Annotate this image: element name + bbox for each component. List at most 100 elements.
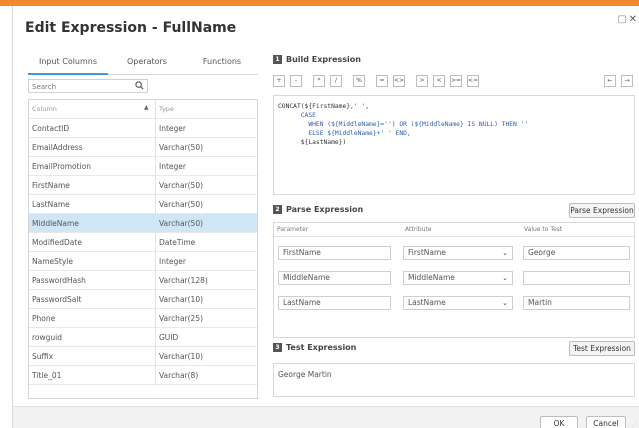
divide-operator-button[interactable]: /: [330, 75, 342, 87]
test-result-text: George Martin: [278, 370, 332, 379]
test-expression-title: Test Expression: [286, 343, 357, 352]
column-name: LastName: [32, 200, 70, 209]
code-line: ELSE ${MiddleName}+' ' END,: [278, 130, 411, 137]
table-row[interactable]: LastName Varchar(50): [29, 195, 257, 214]
redo-icon[interactable]: →: [621, 75, 633, 87]
parameter-header: Parameter: [277, 226, 309, 233]
column-name: Phone: [32, 314, 56, 323]
edit-expression-dialog: Edit Expression - FullName ▢ ✕ Input Col…: [12, 6, 639, 428]
column-divider: [155, 366, 156, 385]
column-name: MiddleName: [32, 219, 79, 228]
table-row[interactable]: EmailAddress Varchar(50): [29, 138, 257, 157]
tab-operators[interactable]: Operators: [108, 51, 186, 75]
column-type: Integer: [159, 257, 186, 266]
table-row[interactable]: PasswordHash Varchar(128): [29, 271, 257, 290]
attribute-value: MiddleName: [408, 273, 455, 282]
table-row[interactable]: Phone Varchar(25): [29, 309, 257, 328]
parameter-field: MiddleName: [278, 271, 391, 285]
column-divider: [155, 233, 156, 252]
step-badge: 2: [273, 205, 282, 214]
columns-grid: Column ▲ Type ContactID Integer EmailAddr…: [28, 99, 258, 399]
attribute-select[interactable]: LastName ⌄: [403, 296, 513, 310]
close-icon[interactable]: ✕: [629, 14, 637, 25]
type-header[interactable]: Type: [159, 105, 174, 113]
column-name: EmailPromotion: [32, 162, 91, 171]
column-name: FirstName: [32, 181, 70, 190]
greater-than-operator-button[interactable]: >: [416, 75, 428, 87]
chevron-down-icon: ⌄: [502, 274, 508, 282]
column-type: Varchar(10): [159, 352, 204, 361]
table-row[interactable]: ModifiedDate DateTime: [29, 233, 257, 252]
plus-operator-button[interactable]: +: [273, 75, 285, 87]
resize-grip-icon[interactable]: ⋰: [632, 423, 637, 428]
modulo-operator-button[interactable]: %: [353, 75, 365, 87]
column-type: Varchar(10): [159, 295, 204, 304]
column-type: GUID: [159, 333, 179, 342]
table-row[interactable]: ContactID Integer: [29, 119, 257, 138]
ok-button[interactable]: OK: [540, 416, 578, 428]
cancel-button[interactable]: Cancel: [586, 416, 626, 428]
attribute-select[interactable]: MiddleName ⌄: [403, 271, 513, 285]
column-name: PasswordSalt: [32, 295, 82, 304]
less-than-operator-button[interactable]: <: [433, 75, 445, 87]
minus-operator-button[interactable]: -: [290, 75, 302, 87]
grid-header: Column ▲ Type: [29, 100, 257, 119]
column-type: Integer: [159, 162, 186, 171]
column-divider: [155, 176, 156, 195]
column-type: Varchar(50): [159, 181, 204, 190]
parameter-field: FirstName: [278, 246, 391, 260]
search-icon[interactable]: [135, 81, 144, 92]
value-to-test-input[interactable]: Martin: [523, 296, 630, 310]
column-name: ModifiedDate: [32, 238, 82, 247]
code-line: ${LastName}): [278, 139, 347, 146]
test-expression-button[interactable]: Test Expression: [569, 341, 635, 356]
tab-input-columns[interactable]: Input Columns: [28, 51, 108, 75]
column-type: Varchar(50): [159, 219, 204, 228]
value-to-test-input[interactable]: [523, 271, 630, 285]
header-divider: [274, 236, 634, 237]
parse-expression-button[interactable]: Parse Expression: [569, 203, 635, 218]
column-name: NameStyle: [32, 257, 73, 266]
table-row[interactable]: EmailPromotion Integer: [29, 157, 257, 176]
tab-functions[interactable]: Functions: [186, 51, 258, 75]
chevron-down-icon: ⌄: [502, 249, 508, 257]
dialog-footer: OK Cancel ⋰: [13, 406, 639, 428]
attribute-header: Attribute: [405, 226, 432, 233]
greater-equal-operator-button[interactable]: >=: [450, 75, 462, 87]
column-type: Varchar(50): [159, 200, 204, 209]
column-type: Varchar(50): [159, 143, 204, 152]
not-equal-operator-button[interactable]: <>: [393, 75, 405, 87]
column-divider: [155, 214, 156, 233]
sort-up-icon[interactable]: ▲: [144, 104, 149, 111]
attribute-value: FirstName: [408, 248, 446, 257]
maximize-icon[interactable]: ▢: [618, 14, 627, 25]
table-row[interactable]: Title_01 Varchar(8): [29, 366, 257, 385]
undo-icon[interactable]: ←: [604, 75, 616, 87]
less-equal-operator-button[interactable]: <=: [467, 75, 479, 87]
expression-pane: 1 Build Expression + - * / % = <> > < >=…: [266, 51, 636, 401]
attribute-select[interactable]: FirstName ⌄: [403, 246, 513, 260]
search-input[interactable]: [32, 81, 127, 92]
expression-code: CONCAT(${FirstName},' ', CASE WHEN (${Mi…: [278, 102, 528, 147]
expression-editor[interactable]: CONCAT(${FirstName},' ', CASE WHEN (${Mi…: [273, 95, 635, 195]
column-type: Integer: [159, 124, 186, 133]
table-row[interactable]: rowguid GUID: [29, 328, 257, 347]
column-divider: [155, 347, 156, 366]
table-row[interactable]: PasswordSalt Varchar(10): [29, 290, 257, 309]
table-row[interactable]: FirstName Varchar(50): [29, 176, 257, 195]
multiply-operator-button[interactable]: *: [313, 75, 325, 87]
code-line: WHEN (${MiddleName}='') OR (${MiddleName…: [278, 121, 529, 128]
table-row[interactable]: NameStyle Integer: [29, 252, 257, 271]
step-badge: 1: [273, 55, 282, 64]
column-divider: [155, 119, 156, 138]
left-tabs: Input Columns Operators Functions: [28, 51, 258, 75]
column-type: Varchar(128): [159, 276, 208, 285]
column-header[interactable]: Column: [32, 105, 57, 113]
table-row-selected[interactable]: MiddleName Varchar(50): [29, 214, 257, 233]
chevron-down-icon: ⌄: [502, 299, 508, 307]
table-row[interactable]: Suffix Varchar(10): [29, 347, 257, 366]
column-divider: [155, 100, 156, 119]
equals-operator-button[interactable]: =: [376, 75, 388, 87]
value-to-test-input[interactable]: George: [523, 246, 630, 260]
column-divider: [155, 271, 156, 290]
